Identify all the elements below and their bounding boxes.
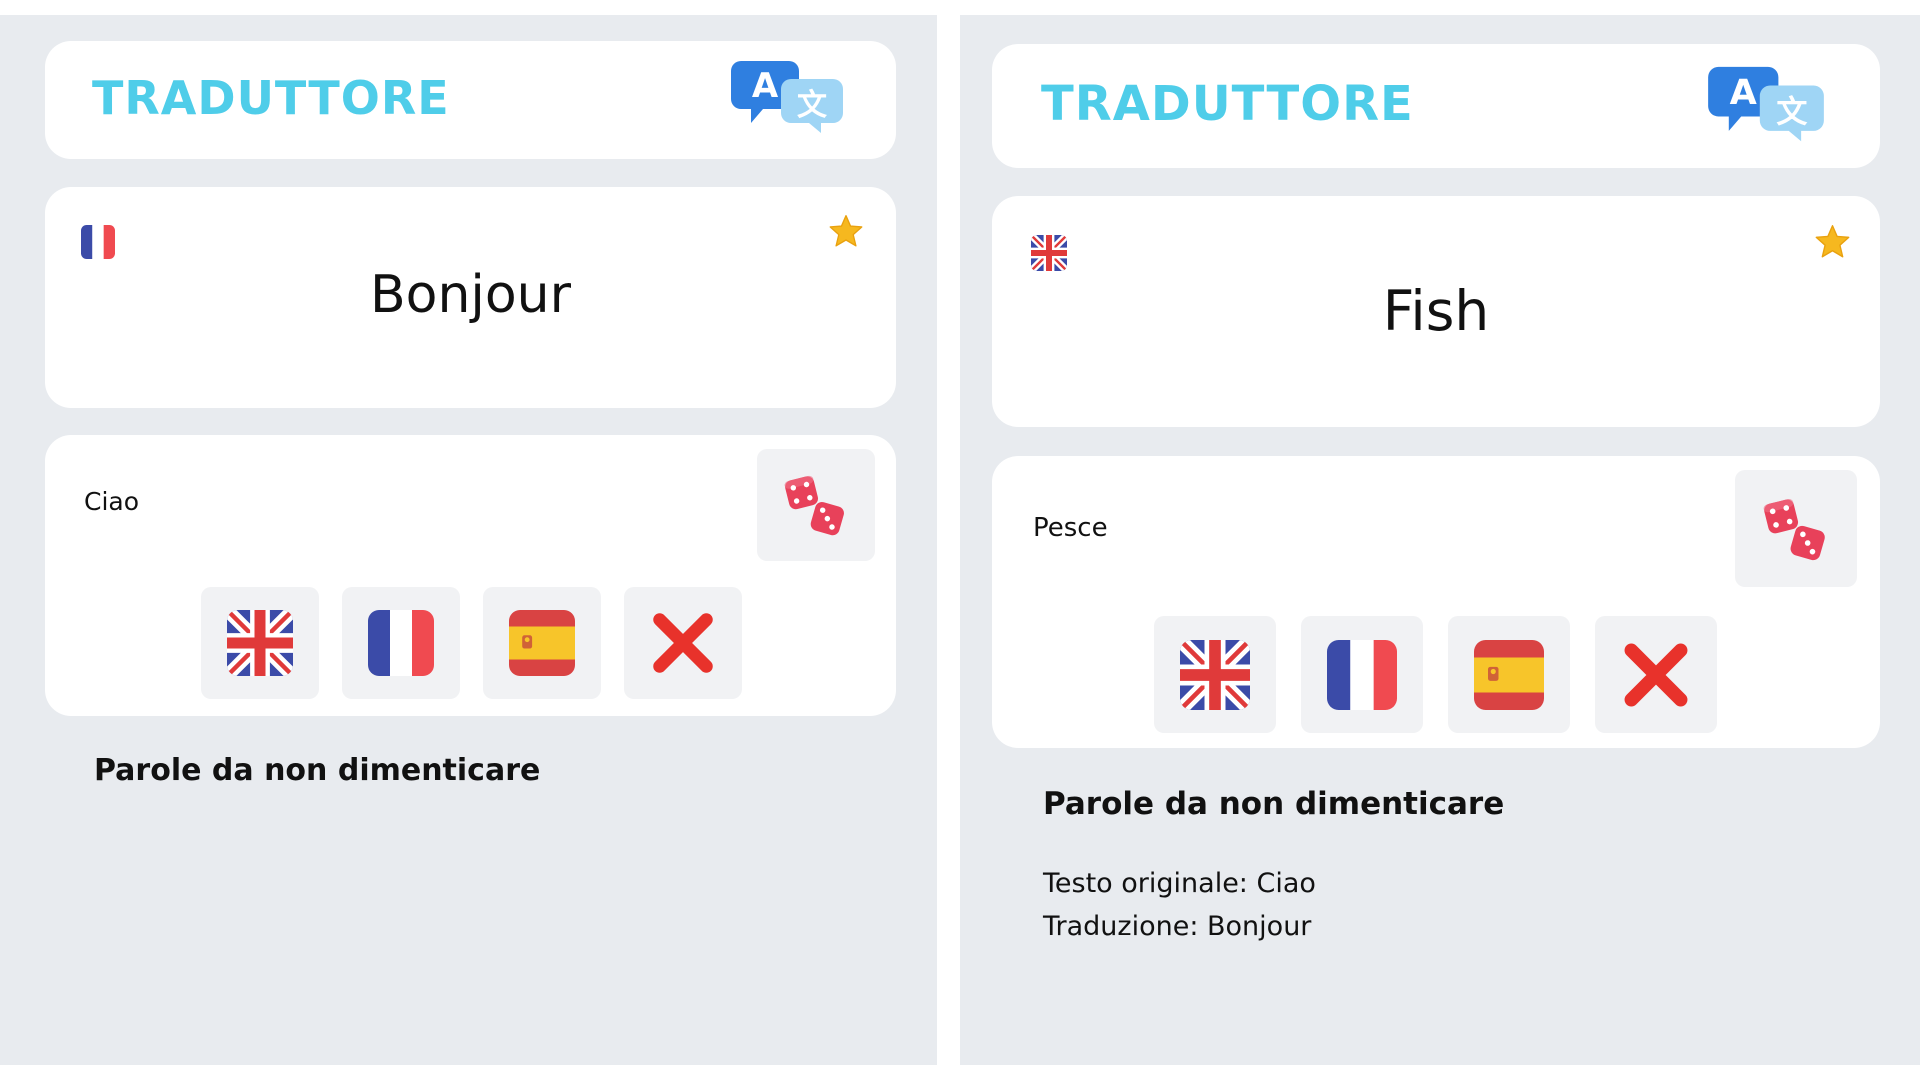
source-text-input[interactable]: Pesce xyxy=(1033,513,1108,543)
translate-bubbles-icon xyxy=(1704,60,1828,144)
saved-words-title: Parole da non dimenticare xyxy=(1043,786,1505,822)
saved-translation-text: Traduzione: Bonjour xyxy=(1043,911,1312,942)
uk-flag-icon xyxy=(227,610,293,676)
translator-screen-1: TRADUTTORE Bonjour Ciao Parole da non di… xyxy=(0,15,937,1065)
clear-button[interactable] xyxy=(1595,616,1717,733)
dice-icon xyxy=(1761,494,1831,564)
input-card: Ciao xyxy=(45,435,896,716)
app-stage: TRADUTTORE Bonjour Ciao Parole da non di… xyxy=(0,0,1920,1080)
translator-screen-2: TRADUTTORE Fish Pesce Parole da non dime… xyxy=(960,15,1920,1065)
close-icon xyxy=(1619,638,1693,712)
english-button[interactable] xyxy=(1154,616,1276,733)
translate-bubbles-icon xyxy=(727,55,847,135)
saved-words-title: Parole da non dimenticare xyxy=(94,753,541,788)
clear-button[interactable] xyxy=(624,587,742,699)
star-icon[interactable] xyxy=(1814,223,1851,260)
english-button[interactable] xyxy=(201,587,319,699)
uk-flag-icon xyxy=(1180,640,1250,710)
random-word-button[interactable] xyxy=(1735,470,1857,587)
header-card: TRADUTTORE xyxy=(45,41,896,159)
close-icon xyxy=(648,608,718,678)
spain-flag-icon xyxy=(509,610,575,676)
dice-icon xyxy=(782,471,850,539)
france-flag-icon xyxy=(368,610,434,676)
source-text-input[interactable]: Ciao xyxy=(84,487,139,516)
saved-original-text: Testo originale: Ciao xyxy=(1043,868,1316,899)
uk-flag-icon xyxy=(1031,235,1067,271)
french-button[interactable] xyxy=(1301,616,1423,733)
header-card: TRADUTTORE xyxy=(992,44,1880,168)
app-title: TRADUTTORE xyxy=(92,71,450,125)
translation-card: Fish xyxy=(992,196,1880,427)
input-card: Pesce xyxy=(992,456,1880,748)
french-button[interactable] xyxy=(342,587,460,699)
france-flag-icon xyxy=(1327,640,1397,710)
spanish-button[interactable] xyxy=(1448,616,1570,733)
translated-word: Bonjour xyxy=(369,265,572,325)
app-title: TRADUTTORE xyxy=(1041,76,1414,132)
star-icon[interactable] xyxy=(828,213,864,249)
random-word-button[interactable] xyxy=(757,449,875,561)
france-flag-icon xyxy=(81,225,115,259)
translated-word: Fish xyxy=(1382,279,1490,343)
spanish-button[interactable] xyxy=(483,587,601,699)
translation-card: Bonjour xyxy=(45,187,896,408)
spain-flag-icon xyxy=(1474,640,1544,710)
